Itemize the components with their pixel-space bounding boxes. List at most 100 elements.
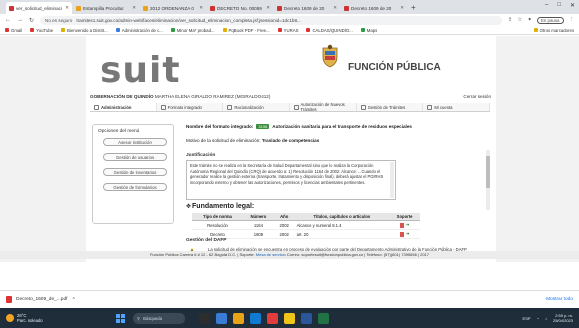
back-arrow-icon[interactable]: ← <box>5 17 11 23</box>
bookmark-item[interactable]: CALDAS/QUINDÍO... <box>306 28 353 33</box>
footer-contact: Correo: soportesuit@funcionpublica.gov.c… <box>286 252 429 257</box>
clock[interactable]: 2:59 p. m. 25/04/2023 <box>553 313 573 323</box>
taskbar-search[interactable]: ⚲ Búsqueda <box>133 312 185 324</box>
tab-mi-cuenta[interactable]: Mi cuenta <box>423 103 491 111</box>
close-icon[interactable]: ✕ <box>400 5 404 11</box>
reload-icon[interactable]: ↻ <box>29 17 34 24</box>
menu-gestion-inventarios[interactable]: Gestión de inventarios <box>103 168 167 176</box>
cell-tipo: Resolución <box>192 220 243 230</box>
close-icon[interactable]: ✕ <box>132 5 136 11</box>
word-icon[interactable] <box>301 312 312 324</box>
app-icon[interactable] <box>267 312 278 324</box>
forward-arrow-icon[interactable]: → <box>17 17 23 23</box>
bookmark-icon <box>222 28 227 32</box>
bookmark-label: Administración de c... <box>121 27 163 33</box>
tab-label: Gestión de Trámites <box>367 104 406 110</box>
language-indicator[interactable]: ESP <box>523 316 531 321</box>
profile-pause-button[interactable]: En pausa <box>536 16 564 24</box>
tab-autorizacion[interactable]: Autorización de Nuevos Trámites <box>290 102 357 112</box>
table-row: Resolución 1164 2002 Alcance y numeral 8… <box>192 220 420 230</box>
bookmark-item[interactable]: PqBook PDF - Free... <box>222 28 270 33</box>
justification-textarea[interactable]: Este trámite no se realiza en la Secreta… <box>186 160 396 200</box>
col-soporte: Soporte <box>389 213 420 221</box>
request-detail: Nombre del formato integrado: 3155 Autor… <box>186 124 486 239</box>
col-numero: Número <box>243 213 274 221</box>
minimize-icon[interactable]: – <box>545 2 548 9</box>
tab-label: ver_solicitud_eliminaci <box>16 5 62 11</box>
url-input[interactable]: No es seguro tramites1.suit.gov.co/admin… <box>40 15 502 25</box>
browser-tab[interactable]: DECRETO No. 00059 ✕ <box>207 2 273 14</box>
bookmark-item[interactable]: Minor Ma* probad... <box>170 28 215 33</box>
format-code-badge: 3155 <box>256 124 270 129</box>
browser-tab[interactable]: Decreto 1609 de 20 ✕ <box>274 2 340 14</box>
download-arrow-icon[interactable]: ➜ <box>406 222 410 228</box>
task-view-icon[interactable] <box>199 312 210 324</box>
excel-icon[interactable] <box>318 312 329 324</box>
bookmarks-bar: Gmail YouTube Bienvenido a Distrit... Ad… <box>0 26 579 35</box>
tab-label: Administración <box>101 104 132 110</box>
weather-desc: Parc. soleado <box>17 318 43 323</box>
bookmark-label: Maps <box>366 27 378 33</box>
browser-tab[interactable]: ver_solicitud_eliminaci ✕ <box>6 2 72 14</box>
reason-value: Traslado de competencias <box>261 138 320 143</box>
bookmark-item[interactable]: Maps <box>360 27 378 33</box>
chevron-up-icon[interactable]: ^ <box>72 297 74 303</box>
tab-gestion-tramites[interactable]: Gestión de Trámites <box>356 103 424 111</box>
tab-formato-integrado[interactable]: Formato integrado <box>156 103 224 111</box>
pdf-file-icon <box>6 296 12 303</box>
share-icon[interactable]: ⇪ <box>508 17 513 23</box>
maximize-icon[interactable]: □ <box>557 2 561 9</box>
tab-administracion[interactable]: Administración <box>90 103 157 111</box>
reason-row: Motivo de la solicitud de eliminación: T… <box>186 138 486 143</box>
extensions-icon[interactable]: ✦ <box>527 17 532 23</box>
browser-tab[interactable]: Decreto 1609 de 20 ✕ <box>341 2 407 14</box>
new-tab-icon[interactable]: + <box>411 3 416 12</box>
scrollbar-thumb[interactable] <box>486 156 490 188</box>
side-menu-title: Opciones del menú <box>98 129 140 134</box>
legal-table: Tipo de norma Número Año Títulos, capítu… <box>192 213 420 239</box>
tab-racionalizacion[interactable]: Racionalización <box>223 103 291 111</box>
file-explorer-icon[interactable] <box>233 312 244 324</box>
close-icon[interactable]: ✕ <box>65 5 69 11</box>
textarea-scrollbar[interactable] <box>390 162 394 198</box>
weather-widget[interactable]: 26°C Parc. soleado <box>6 313 116 323</box>
windows-start-icon[interactable] <box>116 313 125 323</box>
close-icon[interactable]: ✕ <box>333 5 337 11</box>
wifi-icon[interactable]: ◔ <box>537 316 539 321</box>
bookmark-item[interactable]: Bienvenido a Distrit... <box>61 28 108 33</box>
pdf-icon[interactable] <box>399 231 404 237</box>
logout-link[interactable]: Cerrar sesión <box>463 94 491 99</box>
support-link[interactable]: Mesa de servicio <box>256 252 286 257</box>
volume-icon[interactable]: ♪ <box>545 316 547 321</box>
check-icon <box>360 104 366 110</box>
browser-tab[interactable]: Estampilla Procultur ✕ <box>73 2 139 14</box>
bookmark-item[interactable]: YouTube <box>30 28 53 33</box>
bookmark-item[interactable]: YURAS <box>277 28 298 33</box>
coat-of-arms-icon <box>322 44 338 68</box>
menu-asesor-institucion[interactable]: Asesor institución <box>103 138 167 146</box>
menu-dots-icon[interactable]: ⋮ <box>569 17 575 23</box>
download-file-name[interactable]: Decreto_1609_de_...pdf <box>16 297 67 302</box>
user-line: GOBERNACIÓN DE QUINDÍO MARTHA ELENA GIRA… <box>90 94 270 99</box>
content-scrollbar[interactable] <box>486 150 490 210</box>
browser-tab[interactable]: 2012 ORDENANZA 0 ✕ <box>140 2 206 14</box>
other-bookmarks[interactable]: Otros marcadores <box>533 28 574 33</box>
chrome-icon[interactable] <box>284 312 295 324</box>
close-icon[interactable]: ✕ <box>199 5 203 11</box>
bookmark-item[interactable]: Administración de c... <box>115 27 163 33</box>
close-window-icon[interactable]: ✕ <box>570 2 575 9</box>
menu-gestion-formularios[interactable]: Gestión de formularios <box>103 183 167 191</box>
edge-icon[interactable] <box>250 312 261 324</box>
bookmark-label: Gmail <box>11 27 23 33</box>
teams-icon[interactable] <box>216 312 227 324</box>
show-all-downloads[interactable]: Mostrar todo <box>546 297 573 302</box>
menu-gestion-usuarios[interactable]: Gestión de usuarios <box>103 153 167 161</box>
not-secure-label[interactable]: No es seguro <box>45 18 72 23</box>
bookmark-star-icon[interactable]: ☆ <box>517 17 522 23</box>
justification-text: Este trámite no se realiza en la Secreta… <box>190 163 384 185</box>
pdf-icon[interactable] <box>399 222 404 228</box>
maps-icon <box>360 28 365 32</box>
close-icon[interactable]: ✕ <box>266 5 270 11</box>
download-arrow-icon[interactable]: ➜ <box>406 231 410 237</box>
bookmark-item[interactable]: Gmail <box>5 28 22 33</box>
